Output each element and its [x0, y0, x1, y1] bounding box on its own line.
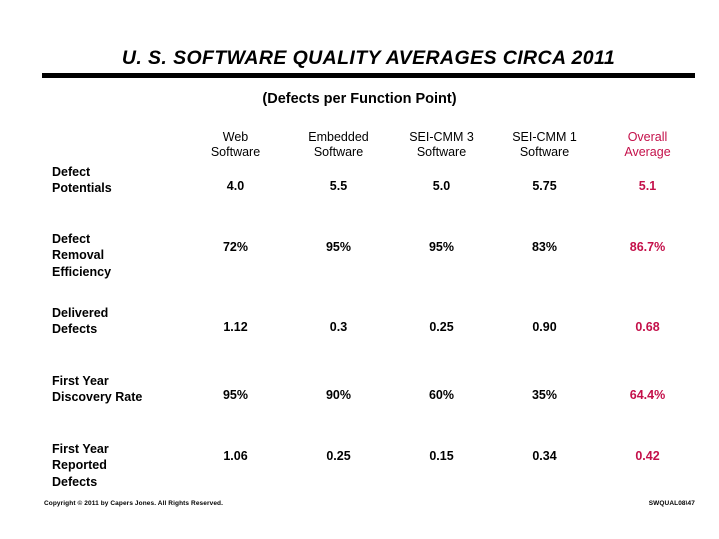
- cell-value-overall: 64.4%: [629, 387, 666, 402]
- column-header-metric: [44, 130, 184, 161]
- table-header-row: Web Software Embedded Software SEI-CMM 3…: [44, 130, 699, 161]
- table-row: Defect Removal Efficiency 72% 95% 95% 83…: [44, 229, 699, 302]
- column-header-line2: Software: [519, 145, 570, 160]
- cell-value-overall: 86.7%: [629, 239, 666, 254]
- column-header-web-software: Web Software: [184, 130, 287, 161]
- column-header-line1: Embedded: [308, 130, 369, 144]
- cell-value: 95%: [222, 387, 249, 402]
- cell-value: 1.12: [223, 319, 248, 334]
- row-label-line1: First Year: [52, 373, 109, 388]
- column-header-line1: SEI-CMM 3: [409, 130, 474, 144]
- row-label-first-year-discovery-rate: First Year Discovery Rate: [44, 370, 184, 438]
- table-row: Defect Potentials 4.0 5.5 5.0 5.75 5.1: [44, 161, 699, 229]
- cell-value: 60%: [428, 387, 455, 402]
- page-subtitle: (Defects per Function Point): [262, 91, 457, 107]
- row-label-defect-potentials: Defect Potentials: [44, 161, 184, 229]
- cell-value: 35%: [531, 387, 558, 402]
- column-header-line1: Web: [222, 130, 249, 144]
- title-divider: [42, 73, 695, 79]
- row-label-line1: Defect: [52, 231, 91, 246]
- cell-value: 4.0: [226, 178, 245, 193]
- column-header-line2: Software: [416, 145, 467, 160]
- cell-value: 90%: [325, 387, 352, 402]
- row-label-line2: Removal: [52, 248, 105, 263]
- column-header-sei-cmm-1-software: SEI-CMM 1 Software: [493, 130, 596, 161]
- row-label-defect-removal-efficiency: Defect Removal Efficiency: [44, 229, 184, 302]
- quality-averages-table: Web Software Embedded Software SEI-CMM 3…: [44, 130, 699, 511]
- row-label-line3: Defects: [52, 475, 98, 490]
- row-label-line3: Efficiency: [52, 265, 112, 280]
- column-header-overall-average: Overall Average: [596, 130, 699, 161]
- row-label-line2: Reported: [52, 458, 107, 473]
- table-header: Web Software Embedded Software SEI-CMM 3…: [44, 130, 699, 161]
- row-label-line1: Delivered: [52, 305, 109, 320]
- copyright-notice: Copyright © 2011 by Capers Jones. All Ri…: [44, 500, 224, 507]
- cell-value-overall: 5.1: [638, 178, 657, 193]
- quality-table-container: Web Software Embedded Software SEI-CMM 3…: [44, 130, 699, 511]
- page-title: U. S. SOFTWARE QUALITY AVERAGES CIRCA 20…: [121, 47, 616, 69]
- column-header-embedded-software: Embedded Software: [287, 130, 390, 161]
- cell-value: 95%: [325, 239, 352, 254]
- row-label-line2: Potentials: [52, 181, 112, 196]
- cell-value: 0.25: [429, 319, 454, 334]
- column-header-line2: Average: [624, 145, 671, 160]
- row-label-line1: Defect: [52, 164, 91, 179]
- column-header-line1: SEI-CMM 1: [512, 130, 577, 144]
- title-block: U. S. SOFTWARE QUALITY AVERAGES CIRCA 20…: [42, 47, 695, 79]
- column-header-line2: Software: [313, 145, 364, 160]
- table-body: Defect Potentials 4.0 5.5 5.0 5.75 5.1 D…: [44, 161, 699, 511]
- cell-value-overall: 0.68: [635, 319, 660, 334]
- slide-footer: Copyright © 2011 by Capers Jones. All Ri…: [44, 500, 695, 507]
- table-row: First Year Discovery Rate 95% 90% 60% 35…: [44, 370, 699, 438]
- slide-reference-code: SWQUAL08\47: [648, 500, 695, 507]
- row-label-line2: Discovery Rate: [52, 390, 143, 405]
- column-header-line1: Overall: [627, 130, 668, 144]
- row-label-delivered-defects: Delivered Defects: [44, 302, 184, 370]
- cell-value: 83%: [531, 239, 558, 254]
- cell-value: 5.75: [532, 178, 557, 193]
- cell-value: 72%: [222, 239, 249, 254]
- cell-value: 95%: [428, 239, 455, 254]
- row-label-line1: First Year: [52, 441, 109, 456]
- cell-value: 5.5: [329, 178, 348, 193]
- column-header-line2: Software: [210, 145, 261, 160]
- cell-value: 0.3: [329, 319, 348, 334]
- column-header-sei-cmm-3-software: SEI-CMM 3 Software: [390, 130, 493, 161]
- slide-canvas: U. S. SOFTWARE QUALITY AVERAGES CIRCA 20…: [0, 0, 719, 539]
- cell-value: 5.0: [432, 178, 451, 193]
- table-row: Delivered Defects 1.12 0.3 0.25 0.90 0.6…: [44, 302, 699, 370]
- cell-value: 0.90: [532, 319, 557, 334]
- row-label-line2: Defects: [52, 322, 98, 337]
